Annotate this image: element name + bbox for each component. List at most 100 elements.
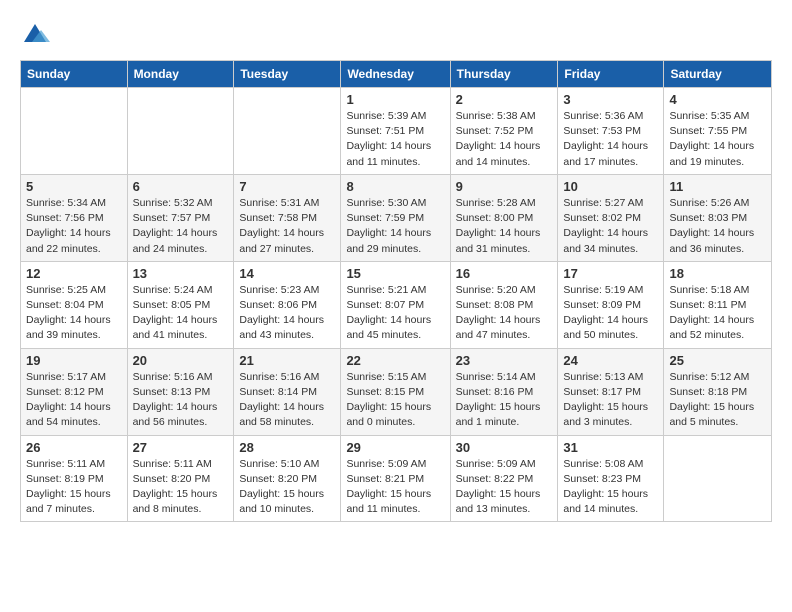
calendar-cell: 15 Sunrise: 5:21 AMSunset: 8:07 PMDayligh… — [341, 261, 450, 348]
calendar-cell: 6Sunrise: 5:32 AMSunset: 7:57 PMDaylight… — [127, 174, 234, 261]
day-number: 19 — [26, 353, 122, 368]
header-day-sunday: Sunday — [21, 61, 128, 88]
calendar-cell: 8 Sunrise: 5:30 AMSunset: 7:59 PMDaylight… — [341, 174, 450, 261]
page-header — [20, 20, 772, 50]
logo-icon — [20, 20, 50, 50]
day-info: Sunrise: 5:16 AMSunset: 8:14 PMDaylight:… — [239, 370, 335, 431]
calendar-cell: 9Sunrise: 5:28 AMSunset: 8:00 PMDaylight… — [450, 174, 558, 261]
calendar-table: SundayMondayTuesdayWednesdayThursdayFrid… — [20, 60, 772, 522]
calendar-cell: 2 Sunrise: 5:38 AMSunset: 7:52 PMDaylight… — [450, 88, 558, 175]
calendar-cell: 21 Sunrise: 5:16 AMSunset: 8:14 PMDayligh… — [234, 348, 341, 435]
day-info: Sunrise: 5:35 AMSunset: 7:55 PMDaylight:… — [669, 109, 766, 170]
calendar-cell: 11 Sunrise: 5:26 AMSunset: 8:03 PMDayligh… — [664, 174, 772, 261]
day-info: Sunrise: 5:31 AMSunset: 7:58 PMDaylight:… — [239, 196, 335, 257]
header-day-wednesday: Wednesday — [341, 61, 450, 88]
calendar-cell: 12Sunrise: 5:25 AMSunset: 8:04 PMDayligh… — [21, 261, 128, 348]
day-number: 11 — [669, 179, 766, 194]
day-info: Sunrise: 5:20 AMSunset: 8:08 PMDaylight:… — [456, 283, 553, 344]
day-info: Sunrise: 5:38 AMSunset: 7:52 PMDaylight:… — [456, 109, 553, 170]
day-info: Sunrise: 5:16 AMSunset: 8:13 PMDaylight:… — [133, 370, 229, 431]
header-day-thursday: Thursday — [450, 61, 558, 88]
week-row-2: 5 Sunrise: 5:34 AMSunset: 7:56 PMDaylight… — [21, 174, 772, 261]
day-info: Sunrise: 5:28 AMSunset: 8:00 PMDaylight:… — [456, 196, 553, 257]
logo — [20, 20, 54, 50]
calendar-cell — [664, 435, 772, 522]
day-number: 27 — [133, 440, 229, 455]
day-number: 30 — [456, 440, 553, 455]
header-day-monday: Monday — [127, 61, 234, 88]
calendar-cell: 18 Sunrise: 5:18 AMSunset: 8:11 PMDayligh… — [664, 261, 772, 348]
calendar-cell: 14Sunrise: 5:23 AMSunset: 8:06 PMDayligh… — [234, 261, 341, 348]
calendar-cell: 13 Sunrise: 5:24 AMSunset: 8:05 PMDayligh… — [127, 261, 234, 348]
day-info: Sunrise: 5:11 AMSunset: 8:20 PMDaylight:… — [133, 457, 229, 518]
day-number: 13 — [133, 266, 229, 281]
day-info: Sunrise: 5:26 AMSunset: 8:03 PMDaylight:… — [669, 196, 766, 257]
day-number: 5 — [26, 179, 122, 194]
day-number: 18 — [669, 266, 766, 281]
day-number: 15 — [346, 266, 444, 281]
day-info: Sunrise: 5:23 AMSunset: 8:06 PMDaylight:… — [239, 283, 335, 344]
day-info: Sunrise: 5:24 AMSunset: 8:05 PMDaylight:… — [133, 283, 229, 344]
day-info: Sunrise: 5:19 AMSunset: 8:09 PMDaylight:… — [563, 283, 658, 344]
day-info: Sunrise: 5:12 AMSunset: 8:18 PMDaylight:… — [669, 370, 766, 431]
day-info: Sunrise: 5:11 AMSunset: 8:19 PMDaylight:… — [26, 457, 122, 518]
day-number: 21 — [239, 353, 335, 368]
day-number: 28 — [239, 440, 335, 455]
day-number: 2 — [456, 92, 553, 107]
day-info: Sunrise: 5:09 AMSunset: 8:21 PMDaylight:… — [346, 457, 444, 518]
calendar-cell: 20Sunrise: 5:16 AMSunset: 8:13 PMDayligh… — [127, 348, 234, 435]
calendar-cell — [127, 88, 234, 175]
day-info: Sunrise: 5:17 AMSunset: 8:12 PMDaylight:… — [26, 370, 122, 431]
calendar-cell: 5 Sunrise: 5:34 AMSunset: 7:56 PMDaylight… — [21, 174, 128, 261]
day-number: 8 — [346, 179, 444, 194]
day-info: Sunrise: 5:21 AMSunset: 8:07 PMDaylight:… — [346, 283, 444, 344]
header-day-saturday: Saturday — [664, 61, 772, 88]
day-number: 10 — [563, 179, 658, 194]
week-row-3: 12Sunrise: 5:25 AMSunset: 8:04 PMDayligh… — [21, 261, 772, 348]
day-info: Sunrise: 5:09 AMSunset: 8:22 PMDaylight:… — [456, 457, 553, 518]
calendar-cell: 30 Sunrise: 5:09 AMSunset: 8:22 PMDayligh… — [450, 435, 558, 522]
week-row-1: 1Sunrise: 5:39 AMSunset: 7:51 PMDaylight… — [21, 88, 772, 175]
day-info: Sunrise: 5:32 AMSunset: 7:57 PMDaylight:… — [133, 196, 229, 257]
calendar-cell: 31Sunrise: 5:08 AMSunset: 8:23 PMDayligh… — [558, 435, 664, 522]
calendar-cell: 23 Sunrise: 5:14 AMSunset: 8:16 PMDayligh… — [450, 348, 558, 435]
header-day-tuesday: Tuesday — [234, 61, 341, 88]
day-info: Sunrise: 5:36 AMSunset: 7:53 PMDaylight:… — [563, 109, 658, 170]
day-info: Sunrise: 5:14 AMSunset: 8:16 PMDaylight:… — [456, 370, 553, 431]
day-info: Sunrise: 5:39 AMSunset: 7:51 PMDaylight:… — [346, 109, 444, 170]
day-info: Sunrise: 5:34 AMSunset: 7:56 PMDaylight:… — [26, 196, 122, 257]
day-info: Sunrise: 5:18 AMSunset: 8:11 PMDaylight:… — [669, 283, 766, 344]
header-row: SundayMondayTuesdayWednesdayThursdayFrid… — [21, 61, 772, 88]
calendar-cell: 1Sunrise: 5:39 AMSunset: 7:51 PMDaylight… — [341, 88, 450, 175]
calendar-cell: 4 Sunrise: 5:35 AMSunset: 7:55 PMDaylight… — [664, 88, 772, 175]
calendar-cell: 22 Sunrise: 5:15 AMSunset: 8:15 PMDayligh… — [341, 348, 450, 435]
calendar-cell: 3Sunrise: 5:36 AMSunset: 7:53 PMDaylight… — [558, 88, 664, 175]
day-number: 16 — [456, 266, 553, 281]
calendar-cell: 10 Sunrise: 5:27 AMSunset: 8:02 PMDayligh… — [558, 174, 664, 261]
week-row-4: 19 Sunrise: 5:17 AMSunset: 8:12 PMDayligh… — [21, 348, 772, 435]
calendar-cell: 17 Sunrise: 5:19 AMSunset: 8:09 PMDayligh… — [558, 261, 664, 348]
day-number: 4 — [669, 92, 766, 107]
day-number: 7 — [239, 179, 335, 194]
calendar-cell: 19 Sunrise: 5:17 AMSunset: 8:12 PMDayligh… — [21, 348, 128, 435]
calendar-cell: 7 Sunrise: 5:31 AMSunset: 7:58 PMDaylight… — [234, 174, 341, 261]
day-info: Sunrise: 5:10 AMSunset: 8:20 PMDaylight:… — [239, 457, 335, 518]
day-info: Sunrise: 5:15 AMSunset: 8:15 PMDaylight:… — [346, 370, 444, 431]
day-number: 24 — [563, 353, 658, 368]
calendar-cell — [21, 88, 128, 175]
day-info: Sunrise: 5:27 AMSunset: 8:02 PMDaylight:… — [563, 196, 658, 257]
day-number: 17 — [563, 266, 658, 281]
calendar-cell — [234, 88, 341, 175]
calendar-cell: 16 Sunrise: 5:20 AMSunset: 8:08 PMDayligh… — [450, 261, 558, 348]
day-number: 29 — [346, 440, 444, 455]
day-number: 23 — [456, 353, 553, 368]
calendar-cell: 26Sunrise: 5:11 AMSunset: 8:19 PMDayligh… — [21, 435, 128, 522]
calendar-cell: 25Sunrise: 5:12 AMSunset: 8:18 PMDayligh… — [664, 348, 772, 435]
day-info: Sunrise: 5:13 AMSunset: 8:17 PMDaylight:… — [563, 370, 658, 431]
calendar-cell: 24 Sunrise: 5:13 AMSunset: 8:17 PMDayligh… — [558, 348, 664, 435]
day-info: Sunrise: 5:08 AMSunset: 8:23 PMDaylight:… — [563, 457, 658, 518]
day-info: Sunrise: 5:30 AMSunset: 7:59 PMDaylight:… — [346, 196, 444, 257]
day-info: Sunrise: 5:25 AMSunset: 8:04 PMDaylight:… — [26, 283, 122, 344]
week-row-5: 26Sunrise: 5:11 AMSunset: 8:19 PMDayligh… — [21, 435, 772, 522]
day-number: 22 — [346, 353, 444, 368]
